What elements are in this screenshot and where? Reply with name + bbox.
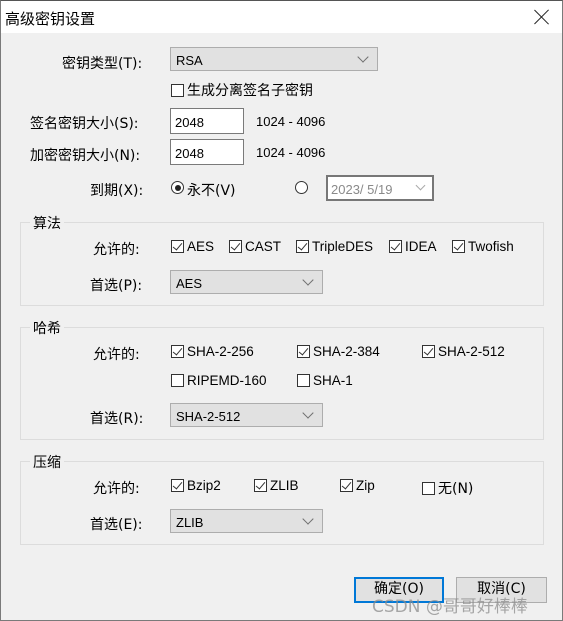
algorithm-group-title: 算法 <box>30 213 64 233</box>
algorithm-option-tripledes[interactable]: TripleDES <box>296 239 373 254</box>
algorithm-allowed-label: 允许的: <box>93 242 140 258</box>
key-type-value: RSA <box>176 53 203 68</box>
option-label: Zip <box>356 478 375 493</box>
key-type-label: 密钥类型(T): <box>62 56 143 72</box>
title-bar: 高级密钥设置 <box>1 1 562 33</box>
hash-group-title: 哈希 <box>30 318 64 338</box>
compression-option-zlib[interactable]: ZLIB <box>254 478 299 493</box>
algorithm-option-cast[interactable]: CAST <box>229 239 281 254</box>
hash-preferred-value: SHA-2-512 <box>176 409 241 424</box>
key-type-select[interactable]: RSA <box>170 47 378 71</box>
hash-option-sha-2-512[interactable]: SHA-2-512 <box>422 344 505 359</box>
enc-key-size-input[interactable]: 2048 <box>170 139 244 165</box>
compression-option-zip[interactable]: Zip <box>340 478 375 493</box>
algorithm-preferred-value: AES <box>176 276 203 291</box>
window-title: 高级密钥设置 <box>5 10 96 28</box>
watermark-text: CSDN @哥哥好棒棒 <box>372 597 528 617</box>
option-label: Twofish <box>468 239 514 254</box>
sign-key-size-input[interactable]: 2048 <box>170 108 244 134</box>
option-label: IDEA <box>405 239 437 254</box>
compression-option-bzip2[interactable]: Bzip2 <box>171 478 221 493</box>
chevron-down-icon <box>357 51 369 63</box>
compression-preferred-value: ZLIB <box>176 515 204 530</box>
sign-key-size-value: 2048 <box>175 115 204 130</box>
option-label: SHA-2-256 <box>187 344 254 359</box>
checkbox-icon <box>296 240 309 253</box>
chevron-down-icon <box>302 274 314 286</box>
checkbox-icon <box>452 240 465 253</box>
checkbox-icon <box>422 481 435 495</box>
checkbox-icon <box>229 240 242 253</box>
expiry-never-label[interactable]: 永不(V) <box>187 180 236 200</box>
checkbox-icon <box>422 345 435 358</box>
expiry-date-value: 2023/ 5/19 <box>331 182 393 197</box>
algorithm-option-idea[interactable]: IDEA <box>389 239 437 254</box>
expiry-label: 到期(X): <box>90 183 144 199</box>
expiry-date-picker[interactable]: 2023/ 5/19 <box>326 175 434 201</box>
compression-preferred-label: 首选(E): <box>90 517 143 533</box>
algorithm-option-twofish[interactable]: Twofish <box>452 239 514 254</box>
hash-option-sha-1[interactable]: SHA-1 <box>297 373 353 388</box>
checkbox-icon <box>297 374 310 387</box>
algorithm-preferred-select[interactable]: AES <box>170 270 323 294</box>
compression-option-none[interactable]: 无(N) <box>422 478 473 498</box>
hash-option-sha-2-384[interactable]: SHA-2-384 <box>297 344 380 359</box>
checkbox-icon <box>297 345 310 358</box>
option-label: ZLIB <box>270 478 299 493</box>
option-label: RIPEMD-160 <box>187 373 267 388</box>
option-label: SHA-2-384 <box>313 344 380 359</box>
option-label: AES <box>187 239 215 254</box>
option-label: SHA-1 <box>313 373 353 388</box>
checkbox-icon <box>171 240 184 253</box>
enc-key-size-value: 2048 <box>175 146 204 161</box>
option-label: TripleDES <box>312 239 374 254</box>
sign-key-size-range: 1024 - 4096 <box>256 114 326 129</box>
expiry-date-radio[interactable] <box>295 181 308 194</box>
option-label: CAST <box>245 239 282 254</box>
checkbox-icon <box>171 479 184 492</box>
expiry-never-radio[interactable] <box>171 181 184 194</box>
chevron-down-icon <box>302 407 314 419</box>
checkbox-icon <box>171 83 184 97</box>
option-label: Bzip2 <box>187 478 221 493</box>
sign-key-size-label: 签名密钥大小(S): <box>30 116 139 132</box>
hash-option-ripemd-160[interactable]: RIPEMD-160 <box>171 373 267 388</box>
option-label: 无(N) <box>438 481 474 497</box>
hash-preferred-label: 首选(R): <box>90 411 144 427</box>
close-icon[interactable] <box>532 7 552 27</box>
hash-preferred-select[interactable]: SHA-2-512 <box>170 403 323 427</box>
hash-allowed-label: 允许的: <box>93 347 140 363</box>
compression-preferred-select[interactable]: ZLIB <box>170 509 323 533</box>
separate-signing-key-label: 生成分离签名子密钥 <box>187 83 313 99</box>
chevron-down-icon <box>302 513 314 525</box>
compression-allowed-label: 允许的: <box>93 481 140 497</box>
separate-signing-key-checkbox[interactable]: 生成分离签名子密钥 <box>171 80 313 100</box>
checkbox-icon <box>340 479 353 492</box>
option-label: SHA-2-512 <box>438 344 505 359</box>
enc-key-size-range: 1024 - 4096 <box>256 145 326 160</box>
hash-option-sha-2-256[interactable]: SHA-2-256 <box>171 344 254 359</box>
chevron-down-icon <box>415 180 426 191</box>
algorithm-preferred-label: 首选(P): <box>90 278 143 294</box>
checkbox-icon <box>171 374 184 387</box>
checkbox-icon <box>389 240 402 253</box>
checkbox-icon <box>254 479 267 492</box>
checkbox-icon <box>171 345 184 358</box>
compression-group-title: 压缩 <box>30 452 64 472</box>
enc-key-size-label: 加密密钥大小(N): <box>30 148 141 164</box>
algorithm-option-aes[interactable]: AES <box>171 239 214 254</box>
